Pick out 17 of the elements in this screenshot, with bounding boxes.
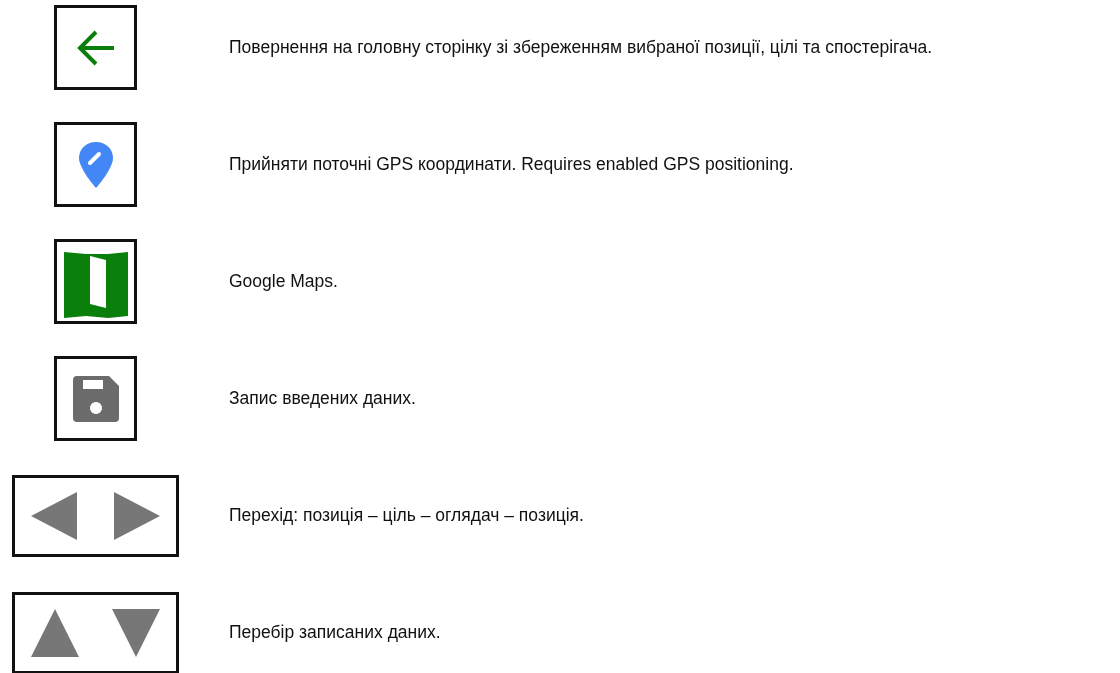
gps-button[interactable] (54, 122, 137, 207)
browse-button[interactable] (12, 591, 179, 673)
triangle-right-icon (111, 491, 160, 540)
map-button[interactable] (54, 239, 137, 324)
triangle-up-icon (31, 608, 80, 657)
description-text: Перехід: позиція – ціль – оглядач – позиція. (229, 504, 585, 527)
back-button[interactable] (54, 5, 137, 90)
navigation-button[interactable] (12, 474, 179, 557)
triangle-left-icon (31, 491, 80, 540)
triangle-down-icon (111, 608, 160, 657)
save-button[interactable] (54, 356, 137, 441)
description-text: Запис введених даних. (229, 387, 417, 410)
description-text: Прийняти поточні GPS координати. Requires enabled GPS positioning. (229, 153, 795, 176)
description-text: Перебір записаних даних. (229, 621, 442, 644)
description-text: Google Maps. (229, 270, 339, 293)
location-pin-icon (76, 139, 115, 190)
description-text: Повернення на головну сторінку зі збереженням вибраної позиції, цілі та спостерігача. (229, 36, 934, 59)
